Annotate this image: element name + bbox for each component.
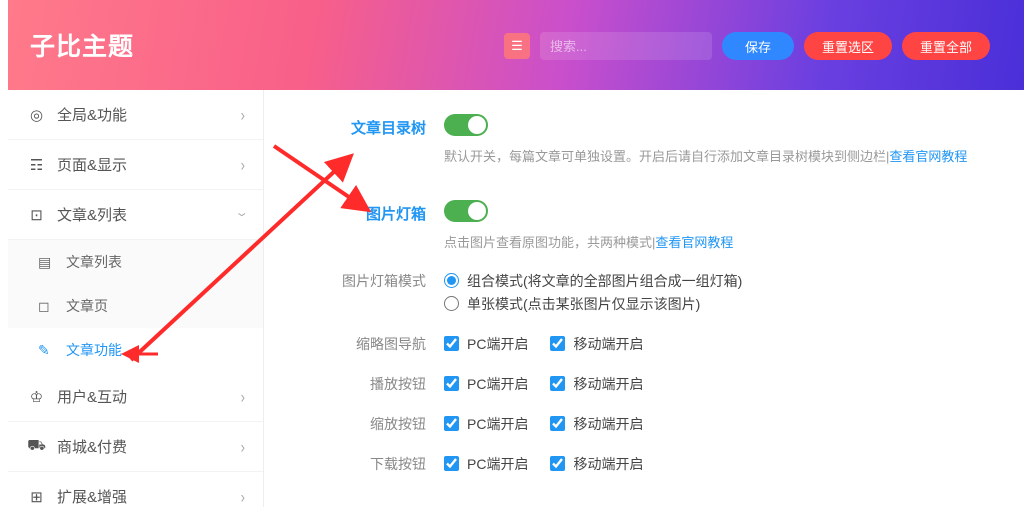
gear-icon: ◎ [26,106,47,124]
sidebar-item-page[interactable]: ☶ 页面&显示 › [8,140,263,190]
pc-checkbox[interactable]: PC端开启 [444,374,528,394]
mobile-checkbox[interactable]: 移动端开启 [550,414,643,434]
row-label: 缩略图导航 [264,331,444,357]
header: 子比主题 ☰ 保存 重置选区 重置全部 [8,0,1024,90]
toc-toggle[interactable] [444,114,488,136]
sidebar-item-label: 文章页 [66,296,108,316]
sidebar-item-label: 文章&列表 [57,204,127,225]
reset-all-button[interactable]: 重置全部 [902,32,990,60]
sidebar-item-user[interactable]: ♔ 用户&互动 › [8,372,263,422]
sidebar-item-shop[interactable]: ⛟ 商城&付费 › [8,422,263,472]
sidebar-item-ext[interactable]: ⊞ 扩展&增强 › [8,472,263,507]
sidebar-item-label: 页面&显示 [57,154,127,175]
mobile-checkbox[interactable]: 移动端开启 [550,334,643,354]
chevron-right-icon: › [241,437,245,457]
calendar-icon: ☶ [26,156,47,174]
brand-title: 子比主题 [30,27,134,63]
reset-area-button[interactable]: 重置选区 [804,32,892,60]
chevron-down-icon: › [233,212,253,216]
toc-hint: 默认开关，每篇文章可单独设置。开启后请自行添加文章目录树模块到侧边栏|查看官网教… [444,147,994,168]
mobile-checkbox[interactable]: 移动端开启 [550,374,643,394]
sidebar-item-article[interactable]: ⊡ 文章&列表 › [8,190,263,240]
mobile-checkbox[interactable]: 移动端开启 [550,454,643,474]
menu-icon[interactable]: ☰ [504,33,530,59]
save-button[interactable]: 保存 [722,32,794,60]
list-icon: ▤ [38,254,58,271]
sidebar-item-label: 文章功能 [66,340,122,360]
header-actions: ☰ 保存 重置选区 重置全部 [504,32,990,60]
wand-icon: ✎ [38,342,58,359]
toc-help-link[interactable]: 查看官网教程 [889,149,967,164]
chevron-right-icon: › [241,105,245,125]
mode-radio-combo[interactable]: 组合模式(将文章的全部图片组合成一组灯箱) [444,271,994,291]
toc-label: 文章目录树 [264,114,444,168]
chevron-right-icon: › [241,387,245,407]
lightbox-help-link[interactable]: 查看官网教程 [655,235,733,250]
row-label: 缩放按钮 [264,411,444,437]
user-icon: ♔ [26,388,47,406]
cart-icon: ⛟ [26,437,47,456]
mode-radio-single[interactable]: 单张模式(点击某张图片仅显示该图片) [444,294,994,314]
row-label: 播放按钮 [264,371,444,397]
bookmark-icon: ◻ [38,298,58,315]
pc-checkbox[interactable]: PC端开启 [444,414,528,434]
lightbox-label: 图片灯箱 [264,200,444,254]
sidebar-item-label: 文章列表 [66,252,122,272]
sidebar-item-label: 商城&付费 [57,436,127,457]
chevron-right-icon: › [241,487,245,507]
sidebar-item-global[interactable]: ◎ 全局&功能 › [8,90,263,140]
sidebar-item-label: 用户&互动 [57,386,127,407]
sidebar-item-label: 扩展&增强 [57,486,127,507]
sidebar: ◎ 全局&功能 › ☶ 页面&显示 › ⊡ 文章&列表 › ▤ 文章列表 ◻ 文… [8,90,264,507]
puzzle-icon: ⊞ [26,488,47,506]
sidebar-sub-page[interactable]: ◻ 文章页 [8,284,263,328]
sidebar-sub-feature[interactable]: ✎ 文章功能 [8,328,263,372]
row-label: 下载按钮 [264,451,444,477]
search-input[interactable] [540,32,712,60]
pc-checkbox[interactable]: PC端开启 [444,454,528,474]
mode-label: 图片灯箱模式 [264,268,444,317]
sidebar-item-label: 全局&功能 [57,104,127,125]
content-panel: 文章目录树 默认开关，每篇文章可单独设置。开启后请自行添加文章目录树模块到侧边栏… [264,90,1024,507]
pc-checkbox[interactable]: PC端开启 [444,334,528,354]
sidebar-sub-list[interactable]: ▤ 文章列表 [8,240,263,284]
map-icon: ⊡ [26,206,47,224]
lightbox-hint: 点击图片查看原图功能，共两种模式|查看官网教程 [444,233,994,254]
lightbox-toggle[interactable] [444,200,488,222]
chevron-right-icon: › [241,155,245,175]
